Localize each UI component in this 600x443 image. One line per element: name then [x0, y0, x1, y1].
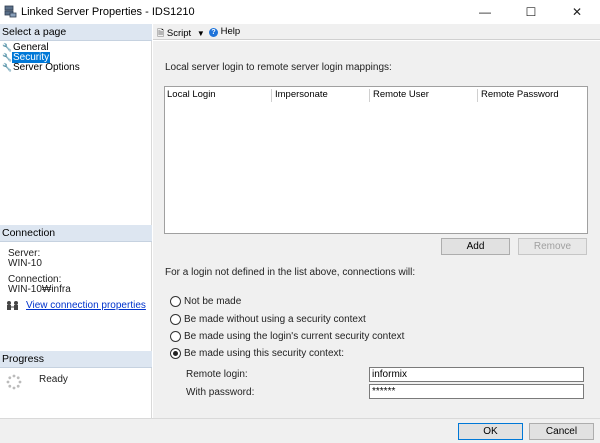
column-header-local-login[interactable]: Local Login	[167, 89, 216, 101]
minimize-button[interactable]: —	[462, 0, 508, 24]
title-bar: Linked Server Properties - IDS1210 — ☐ ✕	[0, 0, 600, 24]
password-input[interactable]: ******	[369, 384, 584, 399]
not-defined-label: For a login not defined in the list abov…	[165, 267, 416, 278]
wrench-icon: 🔧	[2, 63, 12, 72]
window-title: Linked Server Properties - IDS1210	[21, 6, 195, 18]
connection-properties-icon	[7, 301, 18, 310]
page-item-server-options[interactable]: 🔧Server Options	[2, 62, 81, 73]
script-button[interactable]: 🗎 Script ▼	[157, 26, 205, 42]
column-header-impersonate[interactable]: Impersonate	[275, 89, 328, 101]
with-password-label: With password:	[186, 387, 255, 398]
progress-spinner-icon	[6, 374, 22, 390]
column-header-remote-user[interactable]: Remote User	[373, 89, 429, 101]
server-app-icon	[4, 5, 17, 18]
remote-login-input[interactable]: informix	[369, 367, 584, 382]
view-connection-properties-link[interactable]: View connection properties	[26, 300, 146, 311]
radio-label[interactable]: Not be made	[184, 296, 241, 307]
toolbar: 🗎 Script ▼ ? Help	[153, 24, 600, 40]
column-separator[interactable]	[271, 89, 272, 102]
dropdown-arrow-icon: ▼	[196, 29, 205, 38]
page-item-label: Server Options	[13, 62, 80, 73]
add-button[interactable]: Add	[441, 238, 510, 255]
radio-this-security-context[interactable]	[170, 348, 181, 359]
help-icon: ?	[209, 28, 218, 37]
cancel-button[interactable]: Cancel	[529, 423, 594, 440]
radio-without-security-context[interactable]	[170, 314, 181, 325]
maximize-button[interactable]: ☐	[508, 0, 554, 24]
login-mappings-grid[interactable]: Local Login Impersonate Remote User Remo…	[164, 86, 588, 234]
script-label: Script	[166, 28, 192, 39]
script-icon: 🗎	[157, 28, 165, 38]
remove-button[interactable]: Remove	[518, 238, 587, 255]
radio-current-security-context[interactable]	[170, 331, 181, 342]
help-button[interactable]: ? Help	[209, 26, 240, 37]
progress-header: Progress	[0, 351, 152, 368]
progress-status: Ready	[39, 374, 68, 385]
column-separator[interactable]	[477, 89, 478, 102]
radio-not-be-made[interactable]	[170, 296, 181, 307]
select-page-header: Select a page	[0, 24, 152, 41]
mappings-label: Local server login to remote server logi…	[165, 62, 392, 73]
column-header-remote-password[interactable]: Remote Password	[481, 89, 559, 101]
ok-button[interactable]: OK	[458, 423, 523, 440]
connection-header: Connection	[0, 225, 152, 242]
server-value: WIN-10	[8, 258, 42, 269]
close-button[interactable]: ✕	[554, 0, 600, 24]
remote-login-label: Remote login:	[186, 369, 248, 380]
radio-label[interactable]: Be made using the login's current securi…	[184, 331, 404, 342]
help-label: Help	[220, 26, 241, 37]
radio-label[interactable]: Be made without using a security context	[184, 314, 366, 325]
connection-value: WIN-10₩infra	[8, 284, 71, 295]
column-separator[interactable]	[369, 89, 370, 102]
radio-label[interactable]: Be made using this security context:	[184, 348, 344, 359]
